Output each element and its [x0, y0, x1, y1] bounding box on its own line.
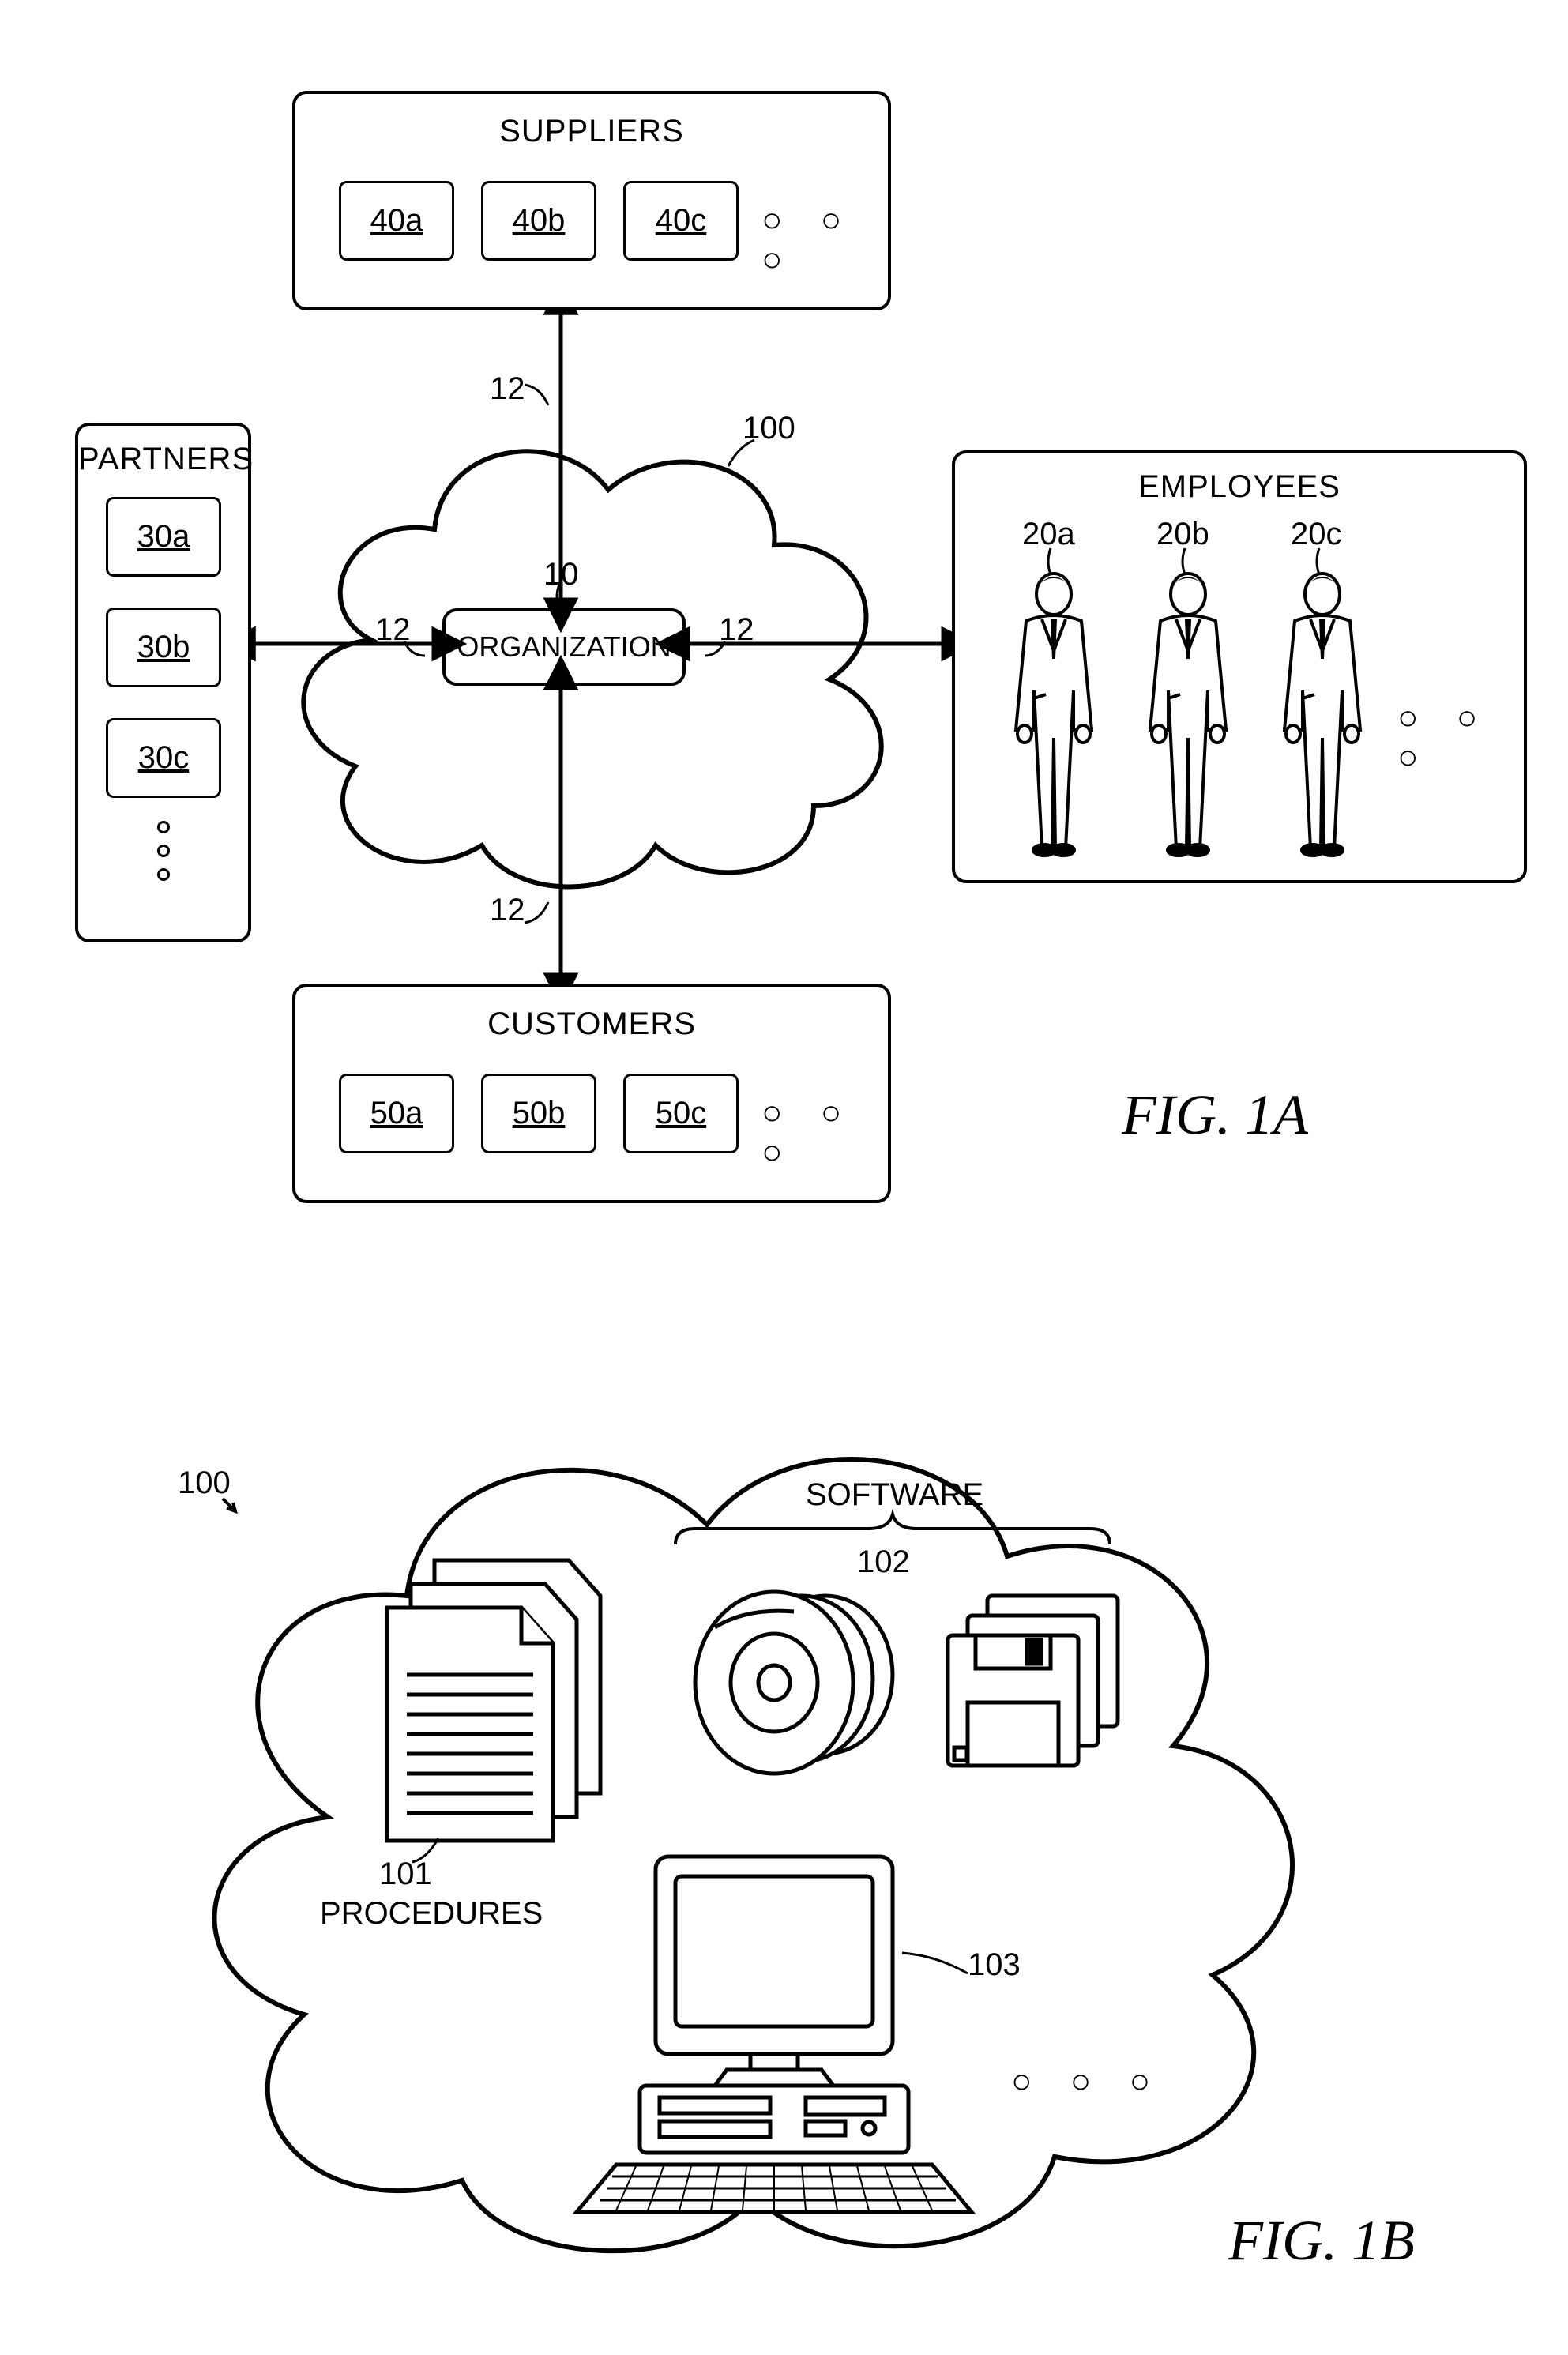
person-icon-1	[1133, 572, 1243, 856]
customer-label-1: 50b	[513, 1096, 566, 1131]
supplier-chip-1: 40b	[481, 181, 596, 261]
customer-label-0: 50a	[370, 1096, 423, 1131]
fig1b-caption: FIG. 1B	[1228, 2208, 1415, 2274]
customers-title: CUSTOMERS	[295, 1006, 888, 1042]
leader-cloud-1b	[221, 1497, 269, 1541]
customer-chip-0: 50a	[339, 1074, 454, 1153]
suppliers-title: SUPPLIERS	[295, 114, 888, 149]
partners-vdots	[157, 821, 170, 881]
partner-chip-1: 30b	[106, 608, 221, 687]
fig1a-caption: FIG. 1A	[1122, 1082, 1308, 1148]
software-label: SOFTWARE	[806, 1477, 983, 1513]
suppliers-ellipsis: ○ ○ ○	[761, 201, 888, 280]
person-icon-0	[998, 572, 1109, 856]
partner-label-2: 30c	[138, 740, 190, 776]
partners-box: PARTNERS 30a 30b 30c	[75, 423, 251, 942]
supplier-chip-2: 40c	[623, 181, 739, 261]
leader-computer	[901, 1951, 972, 1983]
cloud-ref-1b: 100	[178, 1465, 231, 1501]
brace-software	[671, 1513, 1114, 1548]
floppy-icon	[932, 1588, 1130, 1770]
person-icon-2	[1267, 572, 1378, 856]
computer-icon	[569, 1849, 980, 2220]
partner-label-0: 30a	[137, 519, 190, 555]
employees-title: EMPLOYEES	[955, 469, 1524, 505]
employees-ellipsis: ○ ○ ○	[1397, 698, 1524, 777]
partners-title: PARTNERS	[78, 442, 248, 477]
cd-icon	[675, 1584, 904, 1781]
emp-ref-0: 20a	[1022, 517, 1075, 552]
supplier-label-0: 40a	[370, 203, 423, 239]
computer-ref: 103	[968, 1947, 1021, 1983]
customer-chip-2: 50c	[623, 1074, 739, 1153]
procedures-label: PROCEDURES	[320, 1896, 543, 1932]
leader-procedures	[411, 1837, 442, 1864]
customer-label-2: 50c	[656, 1096, 707, 1131]
partner-chip-0: 30a	[106, 497, 221, 577]
fig1b-ellipsis: ○ ○ ○	[1011, 2062, 1164, 2101]
supplier-chip-0: 40a	[339, 181, 454, 261]
supplier-label-1: 40b	[513, 203, 566, 239]
suppliers-box: SUPPLIERS 40a 40b 40c ○ ○ ○	[292, 91, 891, 310]
employees-box: EMPLOYEES 20a 20b 20c ○ ○ ○	[952, 450, 1527, 883]
emp-ref-2: 20c	[1291, 517, 1342, 552]
documents-icon	[363, 1552, 616, 1837]
emp-ref-1: 20b	[1156, 517, 1209, 552]
supplier-label-2: 40c	[656, 203, 707, 239]
partner-chip-2: 30c	[106, 718, 221, 798]
customers-box: CUSTOMERS 50a 50b 50c ○ ○ ○	[292, 984, 891, 1203]
customers-ellipsis: ○ ○ ○	[761, 1093, 888, 1172]
customer-chip-1: 50b	[481, 1074, 596, 1153]
software-ref: 102	[857, 1544, 910, 1580]
partner-label-1: 30b	[137, 630, 190, 665]
